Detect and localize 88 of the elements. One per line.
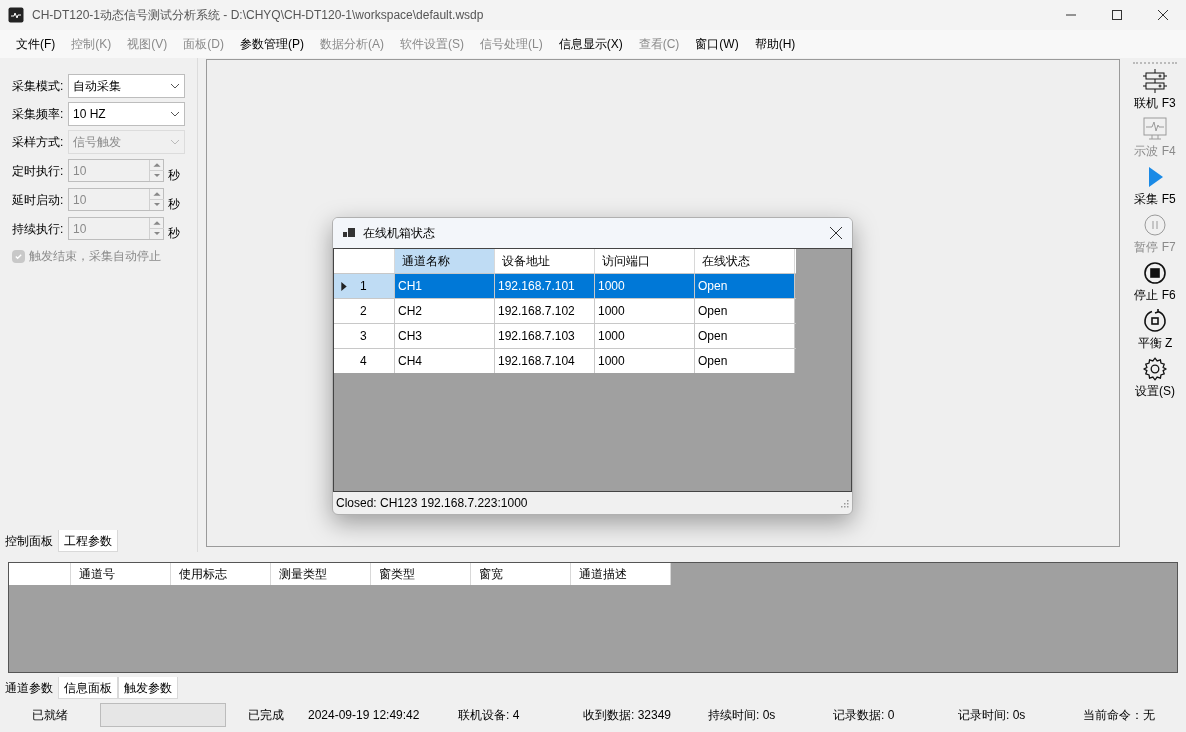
status-text: 2024-09-19 12:49:42 <box>308 707 421 724</box>
field-label: 延时启动: <box>12 191 65 209</box>
status-text: 已就绪 <box>32 707 69 724</box>
pause-icon <box>1142 212 1168 238</box>
table-cell: Open <box>695 299 795 323</box>
table-cell: 192.168.7.102 <box>495 299 595 323</box>
table-cell: CH1 <box>395 274 495 298</box>
spin-buttons-icon <box>149 160 163 181</box>
column-header[interactable]: 通道名称 <box>395 249 495 273</box>
unit-label: 秒 <box>168 195 180 213</box>
table-cell: 1000 <box>595 349 695 373</box>
dropdown[interactable]: 自动采集 <box>68 74 185 98</box>
menu-item[interactable]: 参数管理(P) <box>232 35 312 53</box>
row-number: 4 <box>360 353 367 370</box>
table-cell: 1000 <box>595 274 695 298</box>
status-text: 联机设备: 4 <box>458 707 521 724</box>
chevron-down-icon <box>170 83 180 89</box>
column-header[interactable]: 测量类型 <box>271 563 371 585</box>
field-label: 采集频率: <box>12 106 65 123</box>
toolbar-button[interactable]: 采集 F5 <box>1134 164 1176 212</box>
table-cell: CH3 <box>395 324 495 348</box>
toolbar-button[interactable]: 停止 F6 <box>1134 260 1176 308</box>
row-pointer-icon <box>341 281 347 291</box>
table-row[interactable]: 3 CH3 192.168.7.103 1000 Open <box>334 323 796 348</box>
monitor-waveform-icon <box>1142 116 1168 142</box>
dialog-status-text: Closed: CH123 192.168.7.223:1000 <box>336 495 529 512</box>
field-label: 定时执行: <box>12 162 65 180</box>
tab[interactable]: 触发参数 <box>118 677 178 699</box>
unit-label: 秒 <box>168 224 180 242</box>
rotate-icon <box>1142 308 1168 334</box>
table-cell: 1000 <box>595 324 695 348</box>
column-header[interactable]: 通道号 <box>71 563 171 585</box>
tab[interactable]: 信息面板 <box>58 677 118 699</box>
status-text: 当前命令：无 <box>1083 707 1156 724</box>
table-row[interactable]: 2 CH2 192.168.7.102 1000 Open <box>334 298 796 323</box>
field-label: 持续执行: <box>12 220 65 238</box>
settings-icon <box>1142 356 1168 382</box>
status-text: 记录数据: 0 <box>833 707 896 724</box>
toolbar-button[interactable]: 平衡 Z <box>1137 308 1173 356</box>
table-cell: 1000 <box>595 299 695 323</box>
close-icon <box>1158 10 1168 20</box>
maximize-icon <box>1112 10 1122 20</box>
table-cell: 192.168.7.104 <box>495 349 595 373</box>
chevron-down-icon <box>170 111 180 117</box>
status-text: 已完成 <box>248 707 285 724</box>
menu-item[interactable]: 帮助(H) <box>746 35 804 53</box>
table-row[interactable]: 4 CH4 192.168.7.104 1000 Open <box>334 348 796 373</box>
menu-item[interactable]: 文件(F) <box>8 35 64 53</box>
status-text: 收到数据: 32349 <box>583 707 673 724</box>
field-label: 采集模式: <box>12 78 65 95</box>
table-cell: Open <box>695 324 795 348</box>
row-number: 1 <box>360 278 367 295</box>
menu-item[interactable]: 窗口(W) <box>687 35 747 53</box>
stop-icon <box>1142 260 1168 286</box>
column-header[interactable]: 使用标志 <box>171 563 271 585</box>
toolbar-button[interactable]: 设置(S) <box>1135 356 1175 404</box>
window-title: CH-DT120-1动态信号测试分析系统 - D:\CHYQ\CH-DT120-1\workspace\default.wsdp <box>32 7 485 24</box>
app-logo-icon <box>8 7 24 23</box>
status-text: 记录时间: 0s <box>958 707 1027 724</box>
dropdown[interactable]: 10 HZ <box>68 102 185 126</box>
table-cell: CH2 <box>395 299 495 323</box>
spin-buttons-icon <box>149 189 163 210</box>
table-cell: Open <box>695 274 795 298</box>
row-number: 2 <box>360 303 367 320</box>
table-cell: Open <box>695 349 795 373</box>
table-cell: CH4 <box>395 349 495 373</box>
table-cell: 192.168.7.103 <box>495 324 595 348</box>
unit-label: 秒 <box>168 166 180 184</box>
table-cell: 192.168.7.101 <box>495 274 595 298</box>
check-icon <box>14 251 23 261</box>
chevron-down-icon <box>170 139 180 145</box>
column-header[interactable]: 通道描述 <box>571 563 671 585</box>
menu-item[interactable]: 信息显示(X) <box>550 35 631 53</box>
close-icon <box>830 227 842 239</box>
server-icon <box>1142 68 1168 94</box>
dialog-title: 在线机箱状态 <box>363 225 436 242</box>
table-row[interactable]: 1 CH1 192.168.7.101 1000 Open <box>334 273 796 298</box>
column-header[interactable]: 窗宽 <box>471 563 571 585</box>
window-icon <box>343 227 355 239</box>
field-label: 采样方式: <box>12 134 65 151</box>
resize-grip-icon <box>839 498 849 508</box>
row-number: 3 <box>360 328 367 345</box>
checkbox-label: 触发结束，采集自动停止 <box>29 248 161 265</box>
column-header[interactable]: 窗类型 <box>371 563 471 585</box>
spin-buttons-icon <box>149 218 163 239</box>
toolbar-button[interactable]: 联机 F3 <box>1134 68 1176 116</box>
status-text: 持续时间: 0s <box>708 707 777 724</box>
tab[interactable]: 工程参数 <box>58 530 118 552</box>
